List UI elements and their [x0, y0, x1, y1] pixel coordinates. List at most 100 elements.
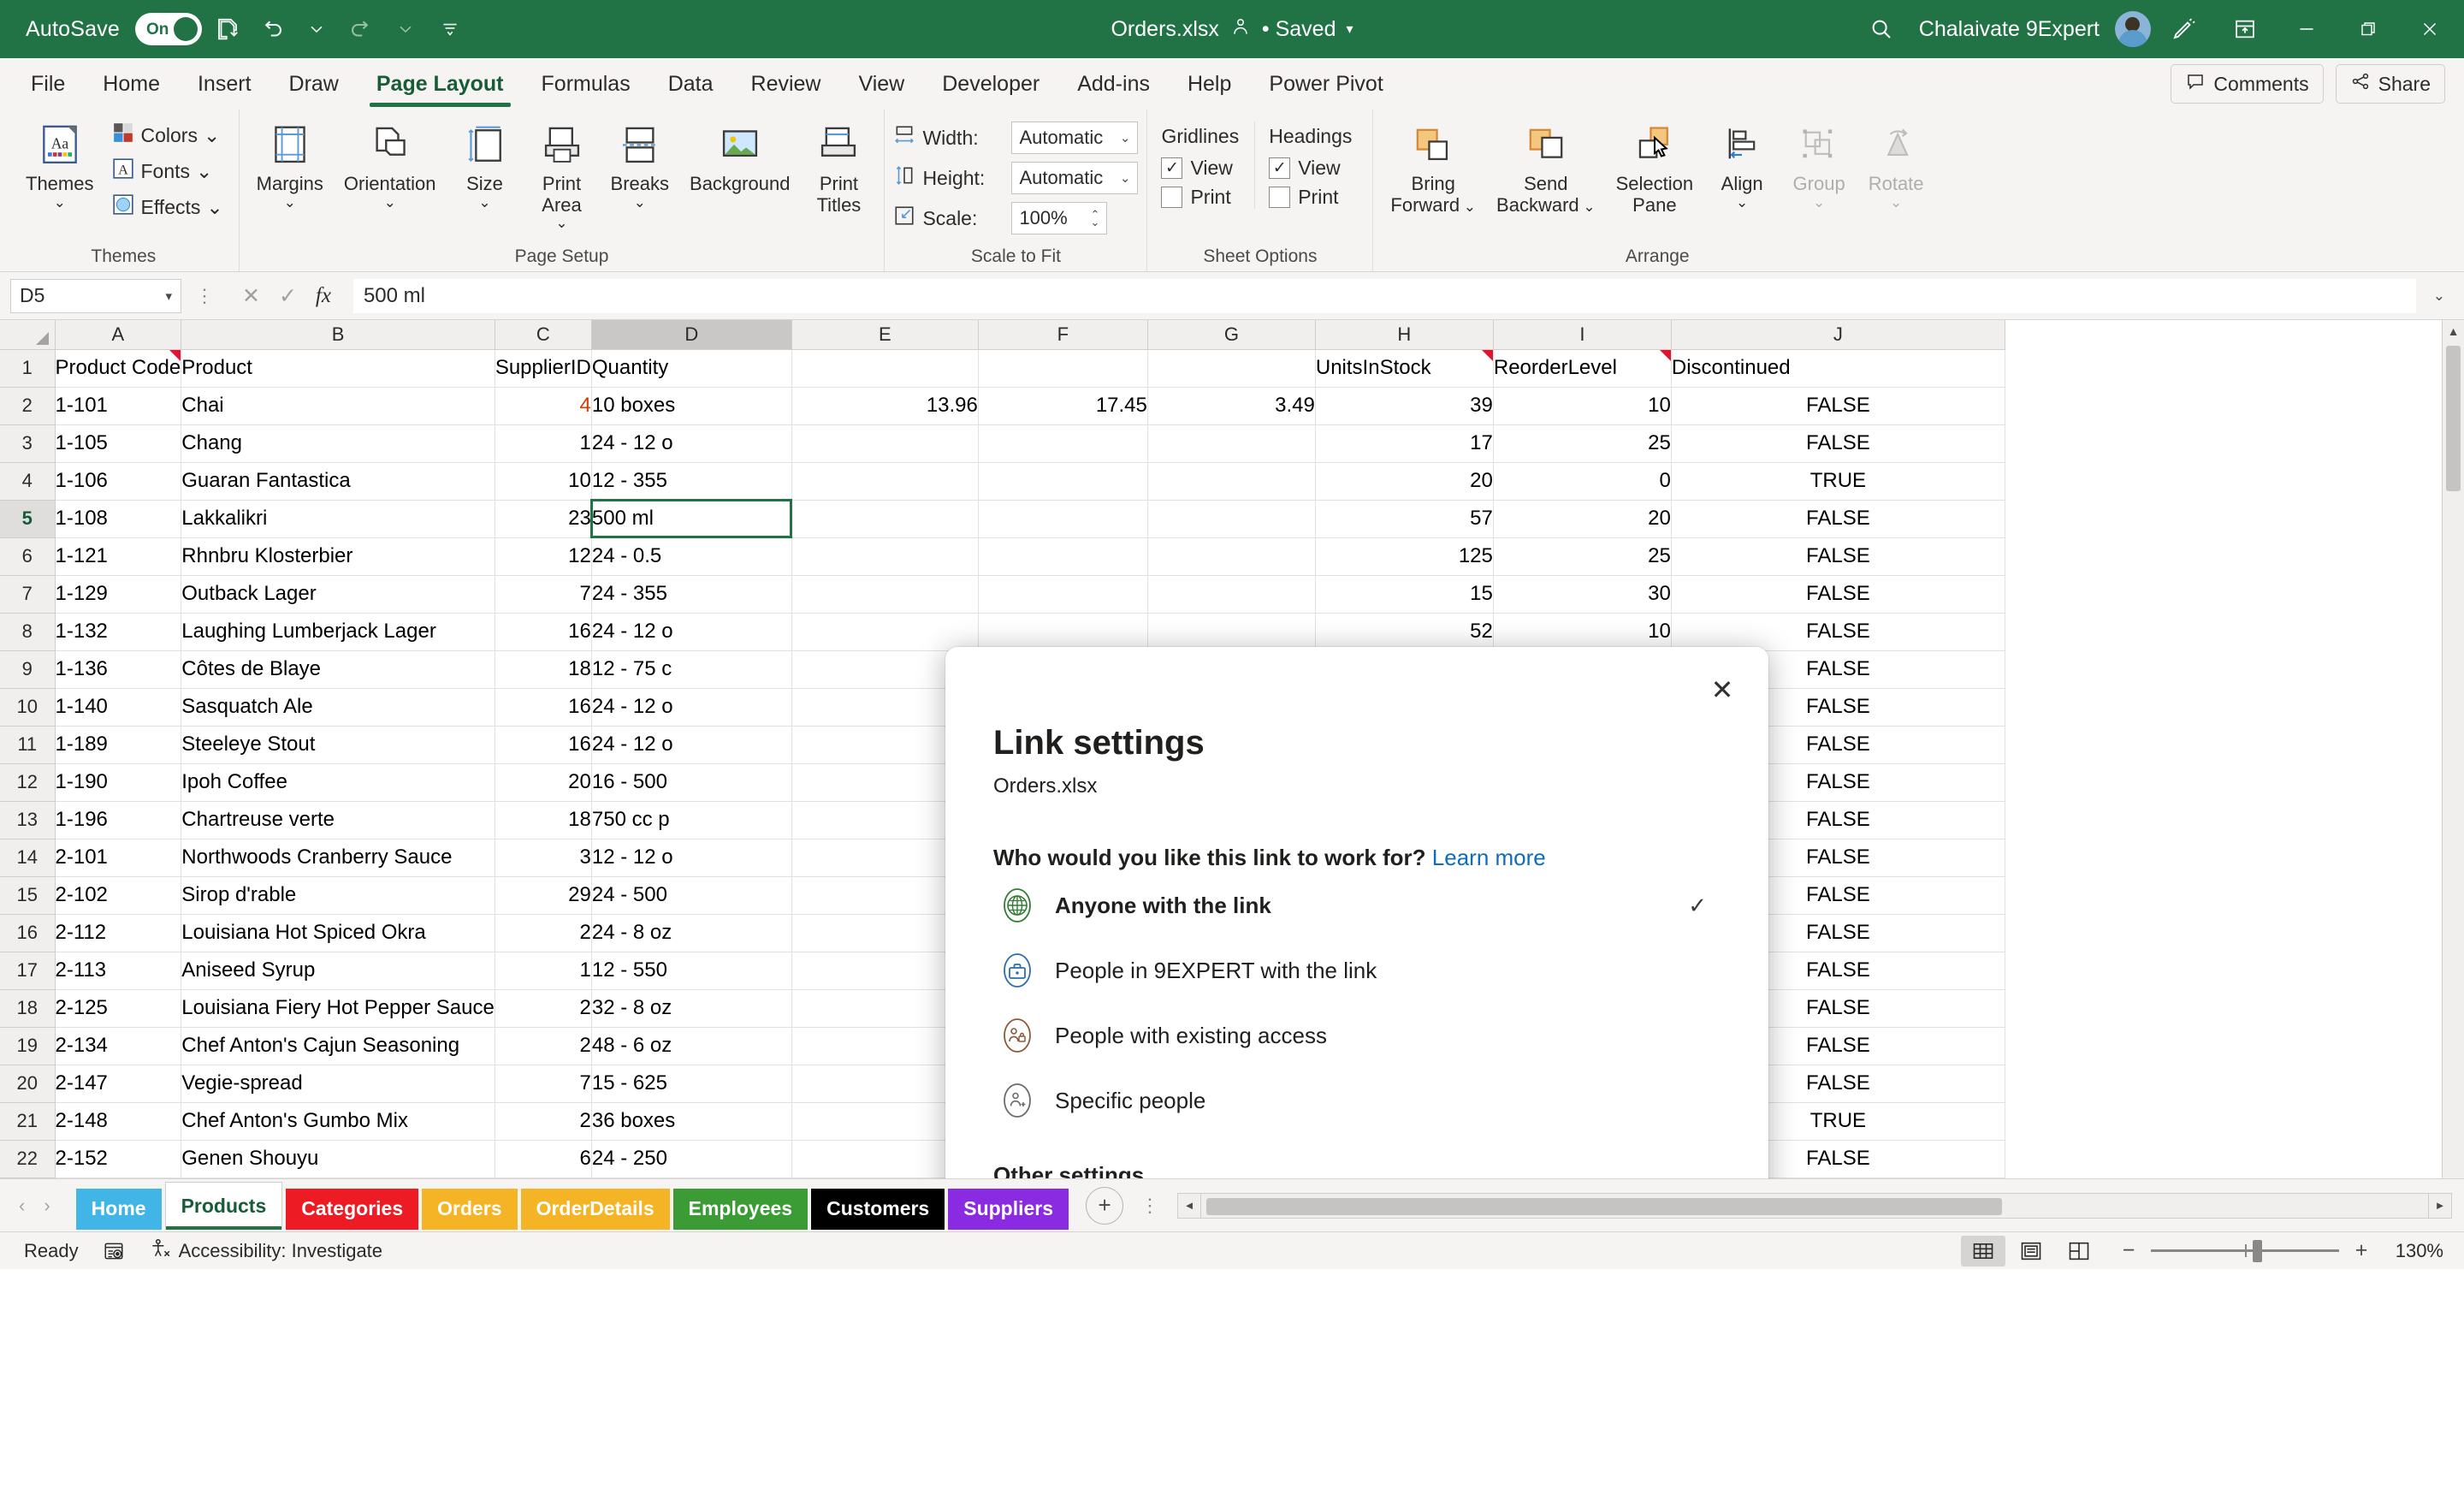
row-header-6[interactable]: 6 — [0, 537, 56, 576]
cell-E4[interactable] — [791, 462, 979, 501]
headings-view-checkbox[interactable]: ✓ View — [1269, 157, 1352, 180]
cell-A17[interactable]: 2-113 — [55, 952, 182, 990]
print-area-button[interactable]: Print Area ⌄ — [525, 115, 599, 234]
cell-B9[interactable]: Côtes de Blaye — [181, 650, 495, 689]
cell-E8[interactable] — [791, 613, 979, 651]
redo-icon[interactable] — [342, 10, 380, 48]
cell-I6[interactable]: 25 — [1493, 537, 1672, 576]
cell-I5[interactable]: 20 — [1493, 500, 1672, 538]
cell-A21[interactable]: 2-148 — [55, 1102, 182, 1141]
cell-B22[interactable]: Genen Shouyu — [181, 1140, 495, 1178]
record-macro-icon[interactable] — [91, 1240, 137, 1262]
cell-J2[interactable]: FALSE — [1671, 387, 2005, 425]
effects-button[interactable]: Effects ⌄ — [105, 190, 229, 224]
tab-data[interactable]: Data — [649, 58, 732, 110]
cell-I2[interactable]: 10 — [1493, 387, 1672, 425]
cell-G5[interactable] — [1147, 500, 1316, 538]
cell-D6[interactable]: 24 - 0.5 — [591, 537, 792, 576]
save-icon[interactable] — [209, 10, 246, 48]
vertical-scroll-thumb[interactable] — [2446, 346, 2461, 491]
chevron-down-icon-align[interactable]: ⌄ — [1736, 195, 1748, 210]
cell-I8[interactable]: 10 — [1493, 613, 1672, 651]
height-dropdown[interactable]: Automatic ⌄ — [1011, 162, 1139, 194]
zoom-in-button[interactable]: + — [2351, 1238, 2372, 1263]
draw-pen-icon[interactable] — [2154, 3, 2212, 55]
cell-C17[interactable]: 1 — [495, 952, 592, 990]
cell-A15[interactable]: 2-102 — [55, 876, 182, 915]
sheet-tab-home[interactable]: Home — [75, 1188, 162, 1230]
cell-F1[interactable] — [978, 349, 1148, 388]
row-header-12[interactable]: 12 — [0, 762, 56, 802]
row-header-20[interactable]: 20 — [0, 1064, 56, 1103]
cell-G7[interactable] — [1147, 575, 1316, 614]
cell-C15[interactable]: 29 — [495, 876, 592, 915]
width-dropdown[interactable]: Automatic ⌄ — [1011, 122, 1139, 154]
vertical-scrollbar[interactable]: ▲ — [2442, 320, 2464, 1178]
row-header-22[interactable]: 22 — [0, 1139, 56, 1178]
formula-input[interactable]: 500 ml — [352, 278, 2416, 313]
gridlines-view-checkbox[interactable]: ✓ View — [1161, 157, 1239, 180]
column-header-i[interactable]: I — [1492, 320, 1672, 350]
cell-A10[interactable]: 1-140 — [55, 688, 182, 727]
sheet-tab-categories[interactable]: Categories — [286, 1188, 419, 1230]
cell-E7[interactable] — [791, 575, 979, 614]
row-header-17[interactable]: 17 — [0, 951, 56, 990]
cell-D5[interactable]: 500 ml — [590, 499, 793, 538]
selection-pane-button[interactable]: Selection Pane — [1608, 115, 1703, 220]
cell-J5[interactable]: FALSE — [1671, 500, 2005, 538]
previous-sheet-icon[interactable]: ‹ — [12, 1195, 32, 1217]
fonts-button[interactable]: A Fonts ⌄ — [105, 154, 229, 188]
option-people-with-existing-access[interactable]: People with existing access — [993, 1005, 1721, 1066]
column-header-j[interactable]: J — [1670, 320, 2005, 350]
cell-H4[interactable]: 20 — [1315, 462, 1494, 501]
sheet-tab-products[interactable]: Products — [164, 1181, 283, 1230]
orientation-button[interactable]: Orientation ⌄ — [335, 115, 445, 214]
undo-icon[interactable] — [253, 10, 291, 48]
cell-D13[interactable]: 750 cc p — [591, 801, 792, 839]
tab-view[interactable]: View — [840, 58, 924, 110]
cell-H3[interactable]: 17 — [1315, 424, 1494, 463]
cell-B8[interactable]: Laughing Lumberjack Lager — [181, 613, 495, 651]
cell-D1[interactable]: Quantity — [591, 349, 792, 388]
cell-G8[interactable] — [1147, 613, 1316, 651]
cell-A7[interactable]: 1-129 — [55, 575, 182, 614]
cell-G1[interactable] — [1147, 349, 1316, 388]
user-name[interactable]: Chalaivate 9Expert — [1919, 17, 2100, 42]
cell-B21[interactable]: Chef Anton's Gumbo Mix — [181, 1102, 495, 1141]
sheet-tab-orderdetails[interactable]: OrderDetails — [520, 1188, 670, 1230]
enter-entry-icon[interactable]: ✓ — [279, 283, 297, 309]
cell-J7[interactable]: FALSE — [1671, 575, 2005, 614]
expand-formula-bar-icon[interactable]: ⌄ — [2425, 288, 2454, 305]
column-header-g[interactable]: G — [1146, 320, 1316, 350]
learn-more-link[interactable]: Learn more — [1432, 845, 1546, 870]
cell-J1[interactable]: Discontinued — [1671, 349, 2005, 388]
option-people-in-org-with-the-link[interactable]: People in 9EXPERT with the link — [993, 940, 1721, 1001]
scroll-right-icon[interactable]: ► — [2428, 1192, 2452, 1219]
page-break-preview-button[interactable] — [2057, 1236, 2101, 1267]
cell-D7[interactable]: 24 - 355 — [591, 575, 792, 614]
sheet-tab-customers[interactable]: Customers — [811, 1188, 945, 1230]
chevron-down-icon-send-backward[interactable]: ⌄ — [1579, 199, 1595, 215]
colors-button[interactable]: Colors ⌄ — [105, 118, 229, 152]
normal-view-button[interactable] — [1961, 1235, 2005, 1267]
gridlines-print-checkbox[interactable]: Print — [1161, 186, 1239, 209]
restore-button[interactable] — [2339, 3, 2397, 55]
cell-C22[interactable]: 6 — [495, 1140, 592, 1178]
cell-C12[interactable]: 20 — [495, 763, 592, 802]
scroll-up-icon[interactable]: ▲ — [2443, 320, 2464, 342]
row-header-21[interactable]: 21 — [0, 1101, 56, 1141]
spinner-arrows-icon[interactable]: ⌃ ⌄ — [1091, 209, 1100, 228]
cell-C16[interactable]: 2 — [495, 914, 592, 952]
cell-D9[interactable]: 12 - 75 c — [591, 650, 792, 689]
share-button[interactable]: Share — [2335, 64, 2445, 104]
row-header-1[interactable]: 1 — [0, 348, 56, 388]
cell-C3[interactable]: 1 — [495, 424, 592, 463]
cell-C4[interactable]: 10 — [495, 462, 592, 501]
cell-D17[interactable]: 12 - 550 — [591, 952, 792, 990]
cell-D14[interactable]: 12 - 12 o — [591, 839, 792, 877]
cell-G3[interactable] — [1147, 424, 1316, 463]
cell-C18[interactable]: 2 — [495, 989, 592, 1028]
select-all-corner[interactable] — [0, 320, 56, 350]
horizontal-scroll-thumb[interactable] — [1206, 1197, 2003, 1215]
cell-A14[interactable]: 2-101 — [55, 839, 182, 877]
